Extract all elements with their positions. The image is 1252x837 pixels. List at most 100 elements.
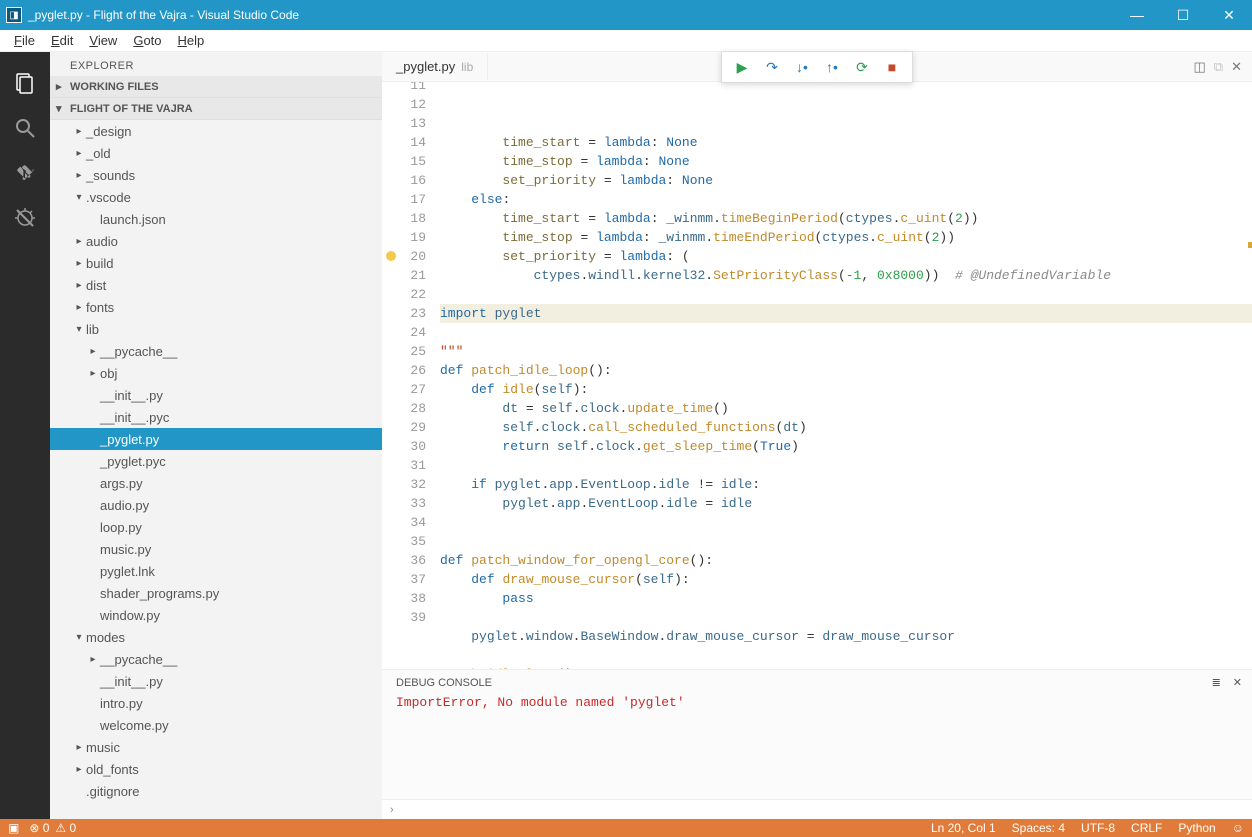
file-row[interactable]: intro.py: [50, 692, 382, 714]
code-editor[interactable]: 1112131415161718192021222324252627282930…: [382, 82, 1252, 669]
code-line[interactable]: [440, 513, 1252, 532]
file-row[interactable]: pyglet.lnk: [50, 560, 382, 582]
file-row[interactable]: _pyglet.py: [50, 428, 382, 450]
code-line[interactable]: [440, 285, 1252, 304]
code-line[interactable]: time_start = lambda: None: [440, 133, 1252, 152]
file-row[interactable]: launch.json: [50, 208, 382, 230]
code-line[interactable]: return self.clock.get_sleep_time(True): [440, 437, 1252, 456]
folder-row[interactable]: ▸_sounds: [50, 164, 382, 186]
folder-row[interactable]: ▸music: [50, 736, 382, 758]
status-encoding[interactable]: UTF-8: [1081, 821, 1115, 835]
debug-stop-button[interactable]: ■: [878, 56, 906, 78]
debug-continue-button[interactable]: ▶: [728, 56, 756, 78]
menu-file[interactable]: File: [6, 31, 43, 50]
debug-restart-button[interactable]: ⟳: [848, 56, 876, 78]
breakpoint-warning-icon[interactable]: [386, 251, 396, 261]
file-row[interactable]: shader_programs.py: [50, 582, 382, 604]
code-line[interactable]: def patch_window_for_opengl_core():: [440, 551, 1252, 570]
file-row[interactable]: loop.py: [50, 516, 382, 538]
file-row[interactable]: __init__.py: [50, 384, 382, 406]
code-line[interactable]: [440, 456, 1252, 475]
code-line[interactable]: def draw_mouse_cursor(self):: [440, 570, 1252, 589]
status-feedback-icon[interactable]: ☺: [1232, 821, 1244, 835]
code-line[interactable]: def idle(self):: [440, 380, 1252, 399]
code-content[interactable]: time_start = lambda: None time_stop = la…: [440, 82, 1252, 669]
code-line[interactable]: def patch_idle_loop():: [440, 361, 1252, 380]
folder-row[interactable]: ▾.vscode: [50, 186, 382, 208]
code-line[interactable]: patch_idle_loop(): [440, 665, 1252, 669]
code-line[interactable]: [440, 646, 1252, 665]
code-line[interactable]: pyglet.window.BaseWindow.draw_mouse_curs…: [440, 627, 1252, 646]
activity-explorer[interactable]: [0, 60, 50, 105]
menu-view[interactable]: View: [81, 31, 125, 50]
folder-row[interactable]: ▸old_fonts: [50, 758, 382, 780]
folder-row[interactable]: ▸__pycache__: [50, 340, 382, 362]
close-button[interactable]: ✕: [1206, 0, 1252, 30]
status-cursor-pos[interactable]: Ln 20, Col 1: [931, 821, 996, 835]
file-row[interactable]: .gitignore: [50, 780, 382, 802]
folder-row[interactable]: ▾lib: [50, 318, 382, 340]
split-editor-icon[interactable]: ◫: [1194, 59, 1206, 75]
code-line[interactable]: [440, 532, 1252, 551]
status-errors[interactable]: ⊗ 0: [29, 821, 49, 835]
status-eol[interactable]: CRLF: [1131, 821, 1162, 835]
folder-row[interactable]: ▸dist: [50, 274, 382, 296]
close-editor-icon[interactable]: ✕: [1231, 59, 1242, 75]
activity-git[interactable]: [0, 150, 50, 195]
file-row[interactable]: welcome.py: [50, 714, 382, 736]
menu-goto[interactable]: Goto: [125, 31, 169, 50]
file-row[interactable]: args.py: [50, 472, 382, 494]
code-line[interactable]: import pyglet: [440, 304, 1252, 323]
status-indentation[interactable]: Spaces: 4: [1012, 821, 1065, 835]
activity-debug[interactable]: [0, 195, 50, 240]
minimize-button[interactable]: —: [1114, 0, 1160, 30]
debug-step-out-button[interactable]: ↑•: [818, 56, 846, 78]
status-warnings[interactable]: ⚠ 0: [55, 821, 76, 835]
folder-row[interactable]: ▸obj: [50, 362, 382, 384]
file-row[interactable]: __init__.pyc: [50, 406, 382, 428]
chevron-right-icon: ▸: [56, 80, 70, 93]
file-row[interactable]: __init__.py: [50, 670, 382, 692]
show-opened-editors-icon[interactable]: ⧉: [1214, 59, 1223, 75]
panel-close-icon[interactable]: ✕: [1233, 676, 1242, 689]
breadcrumb[interactable]: ›: [382, 799, 1252, 819]
status-language[interactable]: Python: [1178, 821, 1215, 835]
code-line[interactable]: pass: [440, 589, 1252, 608]
code-line[interactable]: dt = self.clock.update_time(): [440, 399, 1252, 418]
folder-row[interactable]: ▸build: [50, 252, 382, 274]
code-line[interactable]: [440, 608, 1252, 627]
code-line[interactable]: set_priority = lambda: (: [440, 247, 1252, 266]
project-header[interactable]: ▾ FLIGHT OF THE VAJRA: [50, 98, 382, 120]
code-line[interactable]: [440, 323, 1252, 342]
code-line[interactable]: else:: [440, 190, 1252, 209]
folder-row[interactable]: ▸_old: [50, 142, 382, 164]
status-debug-icon[interactable]: ▣: [8, 821, 19, 835]
folder-row[interactable]: ▸__pycache__: [50, 648, 382, 670]
menu-edit[interactable]: Edit: [43, 31, 81, 50]
code-line[interactable]: if pyglet.app.EventLoop.idle != idle:: [440, 475, 1252, 494]
menu-help[interactable]: Help: [170, 31, 213, 50]
code-line[interactable]: time_stop = lambda: _winmm.timeEndPeriod…: [440, 228, 1252, 247]
folder-row[interactable]: ▾modes: [50, 626, 382, 648]
code-line[interactable]: time_start = lambda: _winmm.timeBeginPer…: [440, 209, 1252, 228]
debug-step-over-button[interactable]: ↷: [758, 56, 786, 78]
maximize-button[interactable]: ☐: [1160, 0, 1206, 30]
code-line[interactable]: self.clock.call_scheduled_functions(dt): [440, 418, 1252, 437]
working-files-header[interactable]: ▸ WORKING FILES: [50, 76, 382, 98]
file-row[interactable]: _pyglet.pyc: [50, 450, 382, 472]
code-line[interactable]: set_priority = lambda: None: [440, 171, 1252, 190]
code-line[interactable]: time_stop = lambda: None: [440, 152, 1252, 171]
file-row[interactable]: music.py: [50, 538, 382, 560]
folder-row[interactable]: ▸_design: [50, 120, 382, 142]
code-line[interactable]: """: [440, 342, 1252, 361]
panel-filter-icon[interactable]: ≣: [1212, 676, 1221, 689]
code-line[interactable]: pyglet.app.EventLoop.idle = idle: [440, 494, 1252, 513]
code-line[interactable]: ctypes.windll.kernel32.SetPriorityClass(…: [440, 266, 1252, 285]
tab-active[interactable]: _pyglet.py lib: [382, 53, 488, 80]
folder-row[interactable]: ▸audio: [50, 230, 382, 252]
file-row[interactable]: window.py: [50, 604, 382, 626]
activity-search[interactable]: [0, 105, 50, 150]
folder-row[interactable]: ▸fonts: [50, 296, 382, 318]
debug-step-into-button[interactable]: ↓•: [788, 56, 816, 78]
file-row[interactable]: audio.py: [50, 494, 382, 516]
